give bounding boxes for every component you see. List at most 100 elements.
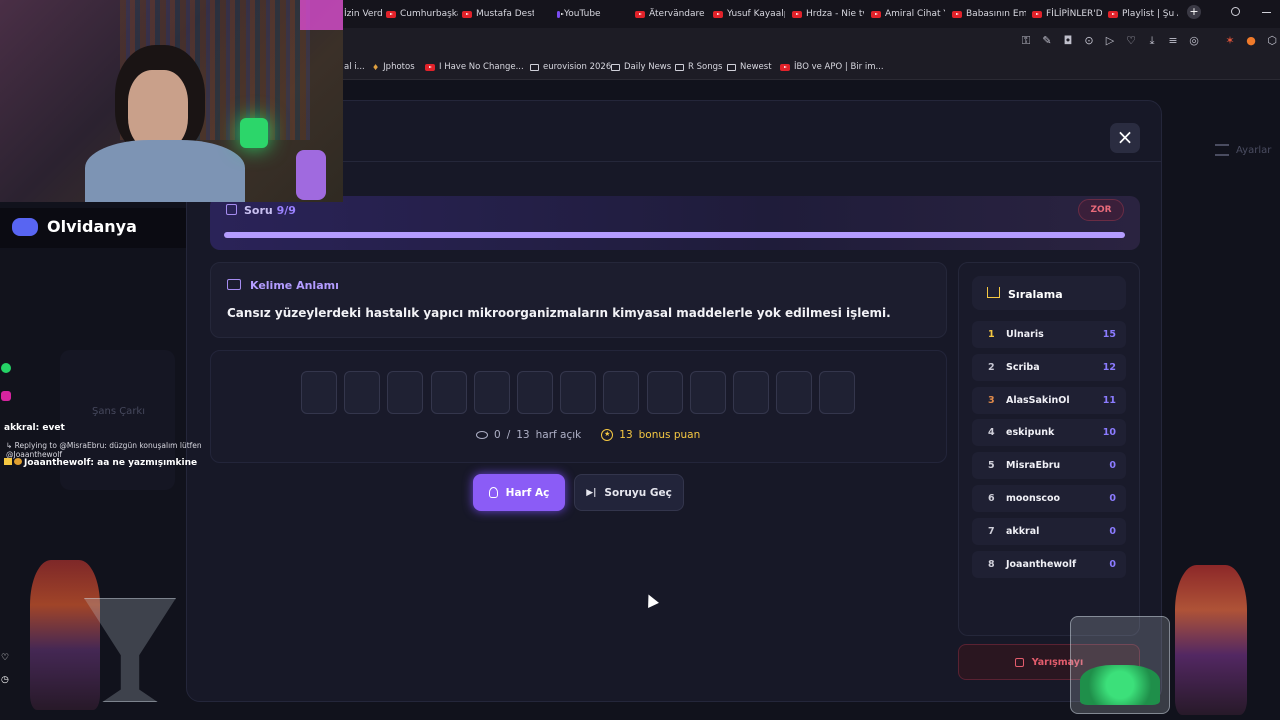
meaning-text: Cansız yüzeylerdeki hastalık yapıcı mikr… [227, 306, 891, 320]
browser-tab[interactable]: Mustafa Destic [462, 4, 534, 24]
streamer-face [128, 70, 188, 150]
chat-message: akkral: evet [4, 423, 65, 433]
shield-icon[interactable]: ⊙ [1083, 35, 1095, 47]
browser-tab[interactable]: Hrdza - Nie tvo [792, 4, 864, 24]
settings-icon [1215, 144, 1229, 156]
rank: 8 [988, 558, 995, 570]
tab-label: Yusuf Kayaalp: [727, 9, 785, 19]
chat-reply-text: Replying to @MisraEbru: düzgün konuşalım… [6, 441, 202, 459]
chat-text: evet [42, 423, 65, 433]
leaderboard-row: 3 AlasSakinOl 11 [972, 386, 1126, 414]
browser-tab[interactable]: Amiral Cihat Ya [871, 4, 945, 24]
leaderboard-row: 4 eskipunk 10 [972, 419, 1126, 447]
tab-label: Cumhurbaşkan [400, 9, 458, 19]
browser-tab[interactable]: Cumhurbaşkan [386, 4, 458, 24]
question-counter: Soru 9/9 [244, 204, 296, 217]
difficulty-badge: ZOR [1078, 199, 1124, 221]
search-icon[interactable] [1231, 7, 1240, 16]
separator: / [506, 429, 511, 441]
tab-label: Hrdza - Nie tvo [806, 9, 864, 19]
browser-tab[interactable]: FİLİPİNLER'DE Y [1032, 4, 1102, 24]
bookmark-item[interactable]: R Songs [675, 62, 722, 72]
opened-label: harf açık [535, 429, 582, 441]
purple-light [300, 0, 343, 30]
play-icon[interactable]: ▷ [1104, 35, 1116, 47]
chat-message: Joaanthewolf: aa ne yazmışımkine [4, 458, 197, 468]
tab-label: Babasının Eman [966, 9, 1026, 19]
bookmark-item[interactable]: al i... [344, 62, 365, 72]
reveal-letter-button[interactable]: Harf Aç [473, 474, 565, 511]
profile-icon[interactable]: ◎ [1188, 35, 1200, 47]
youtube-icon [557, 10, 564, 18]
youtube-icon [635, 10, 645, 18]
podium-icon [987, 287, 1000, 298]
leaderboard [958, 262, 1140, 636]
youtube-icon [1108, 10, 1118, 18]
camera-icon[interactable]: ◘ [1062, 35, 1074, 47]
new-tab-button[interactable]: + [1187, 5, 1201, 19]
discord-name: Olvidanya [47, 217, 137, 236]
letter-box [517, 371, 553, 414]
player-name: moonscoo [1006, 493, 1061, 504]
edit-icon[interactable]: ✎ [1041, 35, 1053, 47]
leaderboard-row: 6 moonscoo 0 [972, 485, 1126, 512]
minimize-icon[interactable] [1262, 12, 1271, 13]
letter-box [776, 371, 813, 414]
settings-icon[interactable]: ⬡ [1266, 35, 1278, 47]
letter-box [430, 371, 467, 414]
bookmark-item[interactable]: Daily News [611, 62, 671, 72]
meaning-card [210, 262, 947, 338]
brave-icon[interactable]: ● [1245, 35, 1257, 47]
coin-icon: ★ [601, 429, 614, 441]
letter-box [819, 371, 856, 414]
badge-icon [14, 458, 22, 465]
youtube-icon [952, 10, 962, 18]
bookmark-item[interactable]: ♦ Jphotos [372, 62, 415, 72]
whatsapp-icon [1, 363, 11, 373]
microphone [296, 150, 326, 200]
youtube-icon [386, 10, 396, 18]
skip-icon: ▶| [586, 487, 597, 498]
bookmark-item[interactable]: İBO ve APO | Bir im... [780, 62, 884, 72]
badge-icon [4, 458, 12, 465]
discord-icon [12, 218, 38, 236]
bookmark-icon: ♦ [372, 62, 380, 72]
tab-label: Amiral Cihat Ya [885, 9, 945, 19]
rank: 2 [988, 361, 995, 373]
settings-label[interactable]: Ayarlar [1236, 145, 1271, 156]
question-label: Soru [244, 204, 273, 217]
shadow-puppet-left [30, 560, 100, 710]
opened-count: 0 [494, 429, 501, 441]
browser-tab[interactable]: Ätervändare - Y [635, 4, 707, 24]
bookmark-label: I Have No Change... [439, 62, 524, 72]
download-icon[interactable]: ⤓ [1146, 35, 1158, 47]
youtube-icon [1032, 10, 1042, 18]
bookmark-label: Daily News [624, 62, 672, 72]
bonus-count: 13 [619, 429, 633, 441]
rank: 4 [988, 427, 995, 439]
chat-reply: ↳ Replying to @MisraEbru: düzgün konuşal… [6, 441, 260, 459]
folder-icon [611, 63, 620, 71]
reveal-letter-label: Harf Aç [505, 486, 550, 499]
rank: 5 [988, 460, 995, 472]
rank: 3 [988, 394, 995, 406]
green-candies [1080, 665, 1160, 705]
leaderboard-row: 1 Ulnaris 15 [972, 321, 1126, 348]
browser-tab[interactable]: YouTube [557, 4, 617, 24]
close-button[interactable]: × [1110, 123, 1140, 153]
extension-icon[interactable]: ✶ [1224, 35, 1236, 47]
browser-tab[interactable]: Playlist | Şu An [1108, 4, 1178, 24]
browser-tab[interactable]: Yusuf Kayaalp: [713, 4, 785, 24]
browser-tab[interactable]: Babasının Eman [952, 4, 1026, 24]
key-icon[interactable]: ⚿ [1020, 35, 1032, 47]
heart-icon[interactable]: ♡ [1125, 35, 1137, 47]
bookmark-label: İBO ve APO | Bir im... [794, 62, 884, 72]
skip-question-button[interactable]: ▶| Soruyu Geç [574, 474, 684, 511]
leaderboard-row: 5 MisraEbru 0 [972, 452, 1126, 480]
bookmark-item[interactable]: Newest [727, 62, 772, 72]
bookmark-item[interactable]: I Have No Change... [425, 62, 524, 72]
player-score: 15 [1102, 329, 1116, 340]
bookmark-item[interactable]: eurovision 2026 [530, 62, 611, 72]
menu-icon[interactable]: ≡ [1167, 35, 1179, 47]
leaderboard-title: Sıralama [1008, 288, 1063, 301]
